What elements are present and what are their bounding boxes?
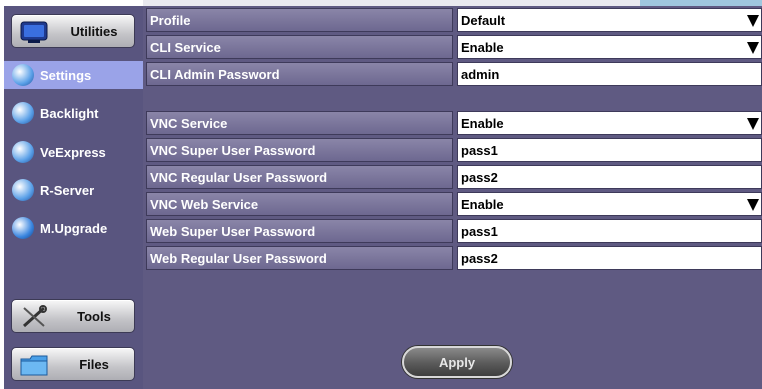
setting-label: Web Regular User Password: [146, 246, 453, 270]
setting-row-vnc-service: VNC Service Enable: [146, 111, 762, 135]
setting-value: Enable: [461, 196, 504, 212]
setting-row-vnc-regular-user-password: VNC Regular User Password pass2: [146, 165, 762, 189]
vnc-super-user-password-field[interactable]: pass1: [457, 138, 762, 162]
dropdown-arrow-icon[interactable]: [747, 118, 759, 130]
sidebar-item-backlight[interactable]: Backlight: [4, 99, 143, 127]
setting-row-vnc-super-user-password: VNC Super User Password pass1: [146, 138, 762, 162]
setting-value: pass2: [461, 169, 498, 185]
setting-value: admin: [461, 66, 500, 82]
monitor-icon: [20, 21, 48, 43]
setting-label: CLI Admin Password: [146, 62, 453, 86]
vnc-regular-user-password-field[interactable]: pass2: [457, 165, 762, 189]
vnc-service-select[interactable]: Enable: [457, 111, 762, 135]
files-label: Files: [79, 356, 109, 372]
dropdown-arrow-icon[interactable]: [747, 15, 759, 27]
dropdown-arrow-icon[interactable]: [747, 42, 759, 54]
setting-label: CLI Service: [146, 35, 453, 59]
tools-icon: [22, 305, 47, 328]
dropdown-arrow-icon[interactable]: [747, 199, 759, 211]
sidebar-item-label: VeExpress: [40, 144, 106, 160]
utilities-label: Utilities: [70, 23, 118, 39]
settings-icon: [12, 64, 34, 86]
setting-value: pass1: [461, 142, 498, 158]
setting-label: VNC Super User Password: [146, 138, 453, 162]
profile-select[interactable]: Default: [457, 8, 762, 32]
setting-row-web-super-user-password: Web Super User Password pass1: [146, 219, 762, 243]
vnc-web-service-select[interactable]: Enable: [457, 192, 762, 216]
m-upgrade-icon: [12, 217, 34, 239]
setting-row-web-regular-user-password: Web Regular User Password pass2: [146, 246, 762, 270]
setting-row-cli-service: CLI Service Enable: [146, 35, 762, 59]
setting-row-cli-admin-password: CLI Admin Password admin: [146, 62, 762, 86]
files-button[interactable]: Files: [11, 347, 135, 381]
setting-label: Web Super User Password: [146, 219, 453, 243]
sidebar-item-label: Settings: [40, 67, 92, 83]
sidebar-item-veexpress[interactable]: VeExpress: [4, 138, 143, 166]
setting-value: pass1: [461, 223, 498, 239]
utilities-button[interactable]: Utilities: [11, 14, 135, 48]
setting-label: VNC Service: [146, 111, 453, 135]
sidebar-item-m-upgrade[interactable]: M.Upgrade: [4, 214, 143, 242]
web-super-user-password-field[interactable]: pass1: [457, 219, 762, 243]
backlight-icon: [12, 102, 34, 124]
sidebar-item-settings[interactable]: Settings: [4, 61, 143, 89]
setting-value: pass2: [461, 250, 498, 266]
web-regular-user-password-field[interactable]: pass2: [457, 246, 762, 270]
folder-icon: [20, 355, 48, 376]
setting-value: Enable: [461, 39, 504, 55]
apply-button[interactable]: Apply: [402, 346, 512, 378]
sidebar-item-label: M.Upgrade: [40, 220, 108, 236]
settings-screen: Utilities Settings Backlight VeExpress R…: [0, 0, 762, 389]
r-server-icon: [12, 179, 34, 201]
veexpress-icon: [12, 141, 34, 163]
cli-admin-password-field[interactable]: admin: [457, 62, 762, 86]
tools-label: Tools: [77, 308, 111, 324]
setting-label: VNC Web Service: [146, 192, 453, 216]
setting-value: Default: [461, 12, 506, 28]
setting-row-profile: Profile Default: [146, 8, 762, 32]
tools-button[interactable]: Tools: [11, 299, 135, 333]
setting-row-vnc-web-service: VNC Web Service Enable: [146, 192, 762, 216]
cli-service-select[interactable]: Enable: [457, 35, 762, 59]
setting-label: Profile: [146, 8, 453, 32]
setting-value: Enable: [461, 115, 504, 131]
setting-label: VNC Regular User Password: [146, 165, 453, 189]
sidebar-item-r-server[interactable]: R-Server: [4, 176, 143, 204]
sidebar-item-label: Backlight: [40, 105, 99, 121]
sidebar-item-label: R-Server: [40, 182, 95, 198]
